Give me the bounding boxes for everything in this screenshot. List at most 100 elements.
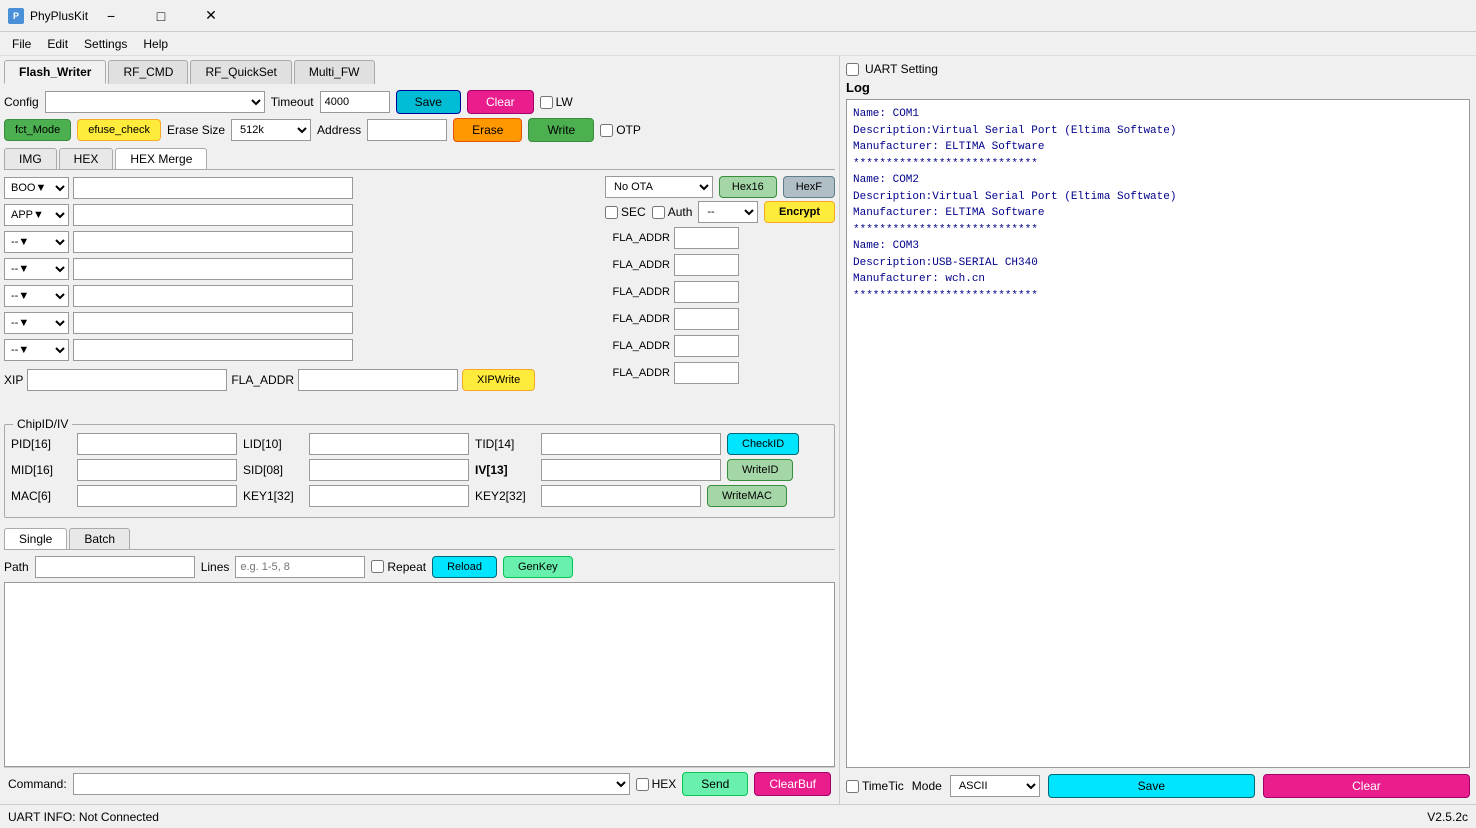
auth-select[interactable]: --AESRSA (698, 201, 758, 223)
pid-label: PID[16] (11, 437, 71, 451)
file-input-0[interactable] (73, 177, 353, 199)
menu-bar: File Edit Settings Help (0, 32, 1476, 56)
iv-input[interactable] (541, 459, 721, 481)
menu-file[interactable]: File (4, 35, 39, 53)
main-tab-bar: Flash_Writer RF_CMD RF_QuickSet Multi_FW (4, 60, 835, 84)
command-select[interactable] (73, 773, 630, 795)
log-area: Name: COM1Description:Virtual Serial Por… (846, 99, 1470, 768)
tab-flash-writer[interactable]: Flash_Writer (4, 60, 106, 84)
chipid-title: ChipID/IV (13, 417, 72, 431)
key1-label: KEY1[32] (243, 489, 303, 503)
pid-input[interactable] (77, 433, 237, 455)
erase-size-select[interactable]: 512k256k128k64k (231, 119, 311, 141)
tid-input[interactable] (541, 433, 721, 455)
type-select-2[interactable]: --▼BOO▼APP▼ (4, 231, 69, 253)
path-input[interactable] (35, 556, 195, 578)
menu-edit[interactable]: Edit (39, 35, 76, 53)
tab-batch[interactable]: Batch (69, 528, 130, 549)
ota-select[interactable]: No OTAOTA AOTA B (605, 176, 713, 198)
clear-log-button[interactable]: Clear (1263, 774, 1470, 798)
type-select-5[interactable]: --▼BOO▼APP▼ (4, 312, 69, 334)
write-id-button[interactable]: WriteID (727, 459, 793, 481)
menu-settings[interactable]: Settings (76, 35, 135, 53)
path-row: Path Lines Repeat Reload GenKey (4, 556, 835, 578)
fla-addr-label-xip: FLA_ADDR (231, 373, 294, 387)
efuse-check-button[interactable]: efuse_check (77, 119, 161, 141)
hex-checkbox[interactable] (636, 778, 649, 791)
gen-key-button[interactable]: GenKey (503, 556, 573, 578)
check-id-button[interactable]: CheckID (727, 433, 799, 455)
fla-addr-input-2[interactable] (674, 281, 739, 303)
inner-tab-hex-merge[interactable]: HEX Merge (115, 148, 207, 169)
sec-checkbox-label: SEC (605, 205, 646, 219)
hexf-button[interactable]: HexF (783, 176, 835, 198)
fla-addr-input-0[interactable] (674, 227, 739, 249)
config-select[interactable] (45, 91, 265, 113)
time-tic-checkbox[interactable] (846, 780, 859, 793)
type-select-0[interactable]: BOO▼APP▼--▼ (4, 177, 69, 199)
repeat-checkbox[interactable] (371, 560, 384, 573)
save-button[interactable]: Save (396, 90, 461, 114)
tab-rf-cmd[interactable]: RF_CMD (108, 60, 188, 84)
address-input[interactable] (367, 119, 447, 141)
file-input-6[interactable] (73, 339, 353, 361)
save-log-button[interactable]: Save (1048, 774, 1255, 798)
fla-addr-label-0: FLA_ADDR (605, 232, 670, 244)
tab-multi-fw[interactable]: Multi_FW (294, 60, 375, 84)
type-select-6[interactable]: --▼BOO▼APP▼ (4, 339, 69, 361)
mid-input[interactable] (77, 459, 237, 481)
fla-addr-input-4[interactable] (674, 335, 739, 357)
hex16-button[interactable]: Hex16 (719, 176, 777, 198)
reload-button[interactable]: Reload (432, 556, 497, 578)
close-button[interactable]: ✕ (188, 0, 234, 32)
key2-input[interactable] (541, 485, 701, 507)
type-select-1[interactable]: APP▼BOO▼--▼ (4, 204, 69, 226)
type-select-4[interactable]: --▼BOO▼APP▼ (4, 285, 69, 307)
clear-buf-button[interactable]: ClearBuf (754, 772, 831, 796)
clear-button[interactable]: Clear (467, 90, 534, 114)
tab-single[interactable]: Single (4, 528, 67, 549)
fla-addr-input-xip[interactable] (298, 369, 458, 391)
timeout-input[interactable] (320, 91, 390, 113)
inner-tab-hex[interactable]: HEX (59, 148, 114, 169)
inner-tab-img[interactable]: IMG (4, 148, 57, 169)
maximize-button[interactable]: □ (138, 0, 184, 32)
write-button[interactable]: Write (528, 118, 594, 142)
type-select-3[interactable]: --▼BOO▼APP▼ (4, 258, 69, 280)
file-input-2[interactable] (73, 231, 353, 253)
fla-addr-input-5[interactable] (674, 362, 739, 384)
file-input-1[interactable] (73, 204, 353, 226)
fct-mode-button[interactable]: fct_Mode (4, 119, 71, 141)
menu-help[interactable]: Help (135, 35, 176, 53)
xip-input[interactable] (27, 369, 227, 391)
otp-checkbox[interactable] (600, 124, 613, 137)
window-controls: − □ ✕ (88, 0, 234, 32)
file-input-3[interactable] (73, 258, 353, 280)
xip-write-button[interactable]: XIPWrite (462, 369, 535, 391)
file-row-4: --▼BOO▼APP▼ (4, 284, 597, 308)
key1-input[interactable] (309, 485, 469, 507)
minimize-button[interactable]: − (88, 0, 134, 32)
send-button[interactable]: Send (682, 772, 748, 796)
auth-checkbox[interactable] (652, 206, 665, 219)
sec-checkbox[interactable] (605, 206, 618, 219)
tab-rf-quickset[interactable]: RF_QuickSet (190, 60, 291, 84)
hex-merge-area: BOO▼APP▼--▼ APP▼BOO▼--▼ --▼BOO▼APP▼ --▼B… (4, 176, 835, 420)
erase-button[interactable]: Erase (453, 118, 522, 142)
file-input-4[interactable] (73, 285, 353, 307)
uart-setting-label: UART Setting (865, 62, 938, 76)
mac-input[interactable] (77, 485, 237, 507)
fla-addr-row-3: FLA_ADDR (605, 307, 835, 331)
encrypt-button[interactable]: Encrypt (764, 201, 835, 223)
batch-textarea[interactable] (4, 582, 835, 768)
fla-addr-input-1[interactable] (674, 254, 739, 276)
lid-input[interactable] (309, 433, 469, 455)
write-mac-button[interactable]: WriteMAC (707, 485, 787, 507)
lw-checkbox[interactable] (540, 96, 553, 109)
uart-setting-checkbox[interactable] (846, 63, 859, 76)
file-input-5[interactable] (73, 312, 353, 334)
mode-select[interactable]: ASCIIHEXUTF-8 (950, 775, 1040, 797)
lines-input[interactable] (235, 556, 365, 578)
fla-addr-input-3[interactable] (674, 308, 739, 330)
sid-input[interactable] (309, 459, 469, 481)
